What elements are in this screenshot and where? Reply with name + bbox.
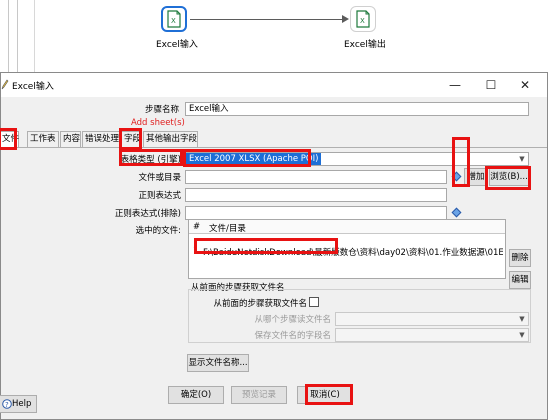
spreadsheet-type-select[interactable]: Excel 2007 XLSX (Apache POI) ▼ [185, 152, 529, 166]
canvas-left-panel-edge [8, 0, 18, 72]
help-icon: ? [2, 399, 12, 409]
help-label: Help [12, 399, 32, 409]
tab-sheets[interactable]: 工作表 [27, 131, 59, 147]
chevron-down-icon[interactable]: ▼ [516, 153, 528, 165]
show-filenames-button[interactable]: 显示文件名称... [187, 354, 249, 372]
chevron-down-icon[interactable]: ▼ [516, 313, 528, 325]
table-header: # 文件/目录 [189, 220, 505, 234]
help-button[interactable]: ? Help [0, 395, 37, 413]
regex-input[interactable] [185, 188, 447, 202]
file-or-dir-input[interactable] [185, 170, 447, 184]
regex-label: 正则表达式 [138, 191, 181, 201]
spreadsheet-type-value: Excel 2007 XLSX (Apache POI) [186, 153, 322, 165]
tab-error-handling[interactable]: 错误处理 [82, 131, 120, 147]
edit-button[interactable]: 编辑 [509, 271, 531, 289]
canvas-divider [34, 0, 35, 72]
dialog-title: Excel输入 [12, 82, 54, 92]
add-button[interactable]: 增加 [464, 168, 488, 186]
tab-fields[interactable]: 字段 [121, 131, 142, 147]
chevron-down-icon[interactable]: ▼ [516, 329, 528, 341]
file-or-dir-label: 文件或目录 [138, 173, 181, 183]
prev-step-checkbox[interactable] [309, 297, 319, 307]
tab-file[interactable]: 文件 [0, 131, 19, 147]
delete-button[interactable]: 删除 [509, 249, 531, 267]
row-number: 1 [193, 246, 199, 256]
spreadsheet-type-label: 表格类型 (引擎) [120, 155, 181, 165]
step-excel-output[interactable]: X [350, 6, 376, 32]
hop-arrowhead [342, 15, 349, 23]
step-excel-output-label: Excel输出 [344, 40, 386, 50]
column-header-file-dir: 文件/目录 [209, 224, 246, 234]
hop-line[interactable] [190, 19, 346, 20]
table-row-path[interactable]: F:\BaiduNetdiskDownload\最新版数仓\资料\day02\资… [203, 246, 503, 258]
regex-exclude-label: 正则表达式(排除) [114, 209, 181, 219]
filename-field-select[interactable]: ▼ [335, 328, 529, 342]
cancel-button[interactable]: 取消(C) [297, 386, 353, 404]
step-name-label: 步骤名称 [144, 105, 179, 115]
transformation-canvas[interactable]: X Excel输入 X Excel输出 [0, 0, 554, 72]
close-button[interactable]: ✕ [511, 75, 539, 95]
dialog-titlebar[interactable]: Excel输入 — ☐ ✕ [1, 73, 547, 97]
svg-text:?: ? [5, 401, 9, 409]
step-excel-input[interactable]: X [161, 6, 187, 32]
regex-exclude-input[interactable] [185, 206, 447, 220]
excel-file-icon: X [356, 10, 370, 28]
selected-files-label: 选中的文件: [135, 226, 181, 236]
minimize-button[interactable]: — [441, 75, 469, 95]
excel-file-icon: X [167, 10, 181, 28]
tab-additional-output-fields[interactable]: 其他输出字段 [143, 131, 198, 147]
selected-files-table[interactable]: # 文件/目录 1 F:\BaiduNetdiskDownload\最新版数仓\… [188, 219, 506, 279]
svg-text:X: X [171, 17, 176, 25]
add-sheets-hint: Add sheet(s) [131, 118, 185, 128]
ok-button[interactable]: 确定(O) [168, 386, 224, 404]
tab-content[interactable]: 内容 [60, 131, 81, 147]
browse-button[interactable]: 浏览(B)... [489, 168, 529, 186]
step-name-input[interactable]: Excel输入 [185, 102, 529, 116]
preview-button[interactable]: 预览记录 [231, 386, 287, 404]
prev-step-select[interactable]: ▼ [335, 312, 529, 326]
svg-text:X: X [360, 17, 365, 25]
column-header-number: # [193, 222, 201, 232]
maximize-button[interactable]: ☐ [477, 75, 505, 95]
step-excel-input-label: Excel输入 [156, 40, 198, 50]
prev-step-checkbox-label: 从前面的步骤获取文件名 [213, 299, 307, 309]
excel-input-dialog: Excel输入 — ☐ ✕ 步骤名称 Excel输入 Add sheet(s) … [0, 72, 548, 420]
pencil-icon [1, 79, 9, 90]
filename-field-label: 保存文件名的字段名 [254, 331, 331, 341]
prev-step-read-label: 从哪个步骤读文件名 [254, 315, 331, 325]
